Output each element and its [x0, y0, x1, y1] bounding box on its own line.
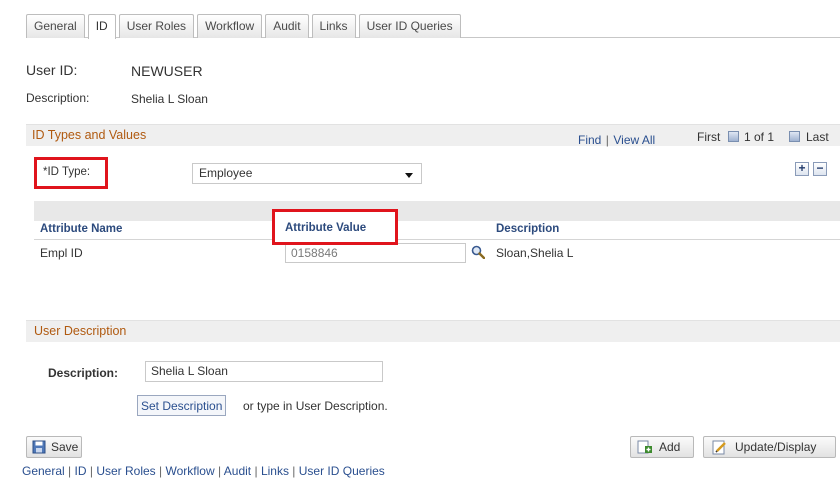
first-label: First	[697, 130, 721, 144]
bottom-link-audit[interactable]: Audit	[224, 464, 251, 478]
attribute-value-input[interactable]: 0158846	[285, 243, 466, 263]
id-types-section-title: ID Types and Values	[32, 128, 147, 142]
attribute-description-cell: Sloan,Shelia L	[496, 246, 574, 260]
bottom-link-separator: |	[159, 464, 163, 478]
user-description-section-header	[26, 320, 840, 342]
user-description-input[interactable]: Shelia L Sloan	[145, 361, 383, 382]
bottom-link-separator: |	[254, 464, 258, 478]
save-button[interactable]: Save	[26, 436, 82, 458]
tab-bar: General ID User Roles Workflow Audit Lin…	[26, 14, 464, 39]
tab-user-id-queries[interactable]: User ID Queries	[358, 14, 461, 38]
bottom-navigation-links: General | ID | User Roles | Workflow | A…	[22, 464, 385, 478]
bottom-link-workflow[interactable]: Workflow	[166, 464, 215, 478]
add-button[interactable]: Add	[630, 436, 694, 458]
attribute-name-cell: Empl ID	[40, 246, 83, 260]
tab-user-roles[interactable]: User Roles	[118, 14, 195, 38]
bottom-link-user-roles[interactable]: User Roles	[96, 464, 155, 478]
user-description-section-title: User Description	[34, 324, 127, 338]
description-label: Description:	[26, 91, 90, 105]
last-label: Last	[806, 130, 829, 144]
tab-links[interactable]: Links	[311, 14, 356, 38]
delete-row-icon[interactable]: −	[813, 162, 827, 176]
bottom-link-separator: |	[292, 464, 296, 478]
view-all-link[interactable]: View All	[613, 133, 655, 147]
lookup-magnifier-icon[interactable]	[471, 245, 485, 259]
bottom-link-id[interactable]: ID	[75, 464, 87, 478]
update-display-label: Update/Display	[735, 440, 817, 454]
tab-general[interactable]: General	[26, 14, 85, 38]
add-button-label: Add	[659, 440, 681, 454]
bottom-link-separator: |	[68, 464, 72, 478]
set-description-button[interactable]: Set Description	[137, 395, 227, 416]
bottom-link-user-id-queries[interactable]: User ID Queries	[299, 464, 385, 478]
save-button-label: Save	[51, 440, 79, 454]
attribute-grid-top-bar	[34, 201, 840, 221]
description-value: Shelia L Sloan	[131, 92, 208, 106]
user-id-value: NEWUSER	[131, 63, 203, 79]
bottom-link-general[interactable]: General	[22, 464, 65, 478]
chevron-down-icon[interactable]	[405, 173, 413, 178]
bottom-link-separator: |	[217, 464, 222, 478]
previous-arrow-icon[interactable]	[728, 131, 739, 142]
bottom-link-separator: |	[89, 464, 93, 478]
attribute-grid-header	[34, 221, 840, 240]
col-head-attribute-value: Attribute Value	[285, 222, 367, 234]
tab-id[interactable]: ID	[87, 14, 116, 39]
user-description-label: Description:	[48, 366, 119, 380]
tab-workflow[interactable]: Workflow	[197, 14, 263, 38]
grid-navigation: Find | View All	[578, 131, 655, 149]
set-description-label: Set Description	[141, 399, 223, 413]
find-link[interactable]: Find	[578, 133, 601, 147]
col-head-description: Description	[496, 223, 560, 235]
next-arrow-icon[interactable]	[789, 131, 800, 142]
col-head-attribute-name: Attribute Name	[40, 223, 123, 235]
nav-separator: |	[605, 133, 609, 147]
user-id-label: User ID:	[26, 62, 78, 78]
user-description-hint: or type in User Description.	[243, 399, 388, 413]
update-display-button[interactable]: Update/Display	[703, 436, 836, 458]
row-range-text: 1 of 1	[744, 130, 775, 144]
update-pencil-icon	[712, 440, 726, 455]
bottom-link-links[interactable]: Links	[261, 464, 289, 478]
id-type-selected-value: Employee	[199, 166, 253, 180]
id-type-select[interactable]: Employee	[192, 163, 422, 184]
id-type-label: *ID Type:	[43, 166, 91, 178]
add-row-icon[interactable]: +	[795, 162, 809, 176]
floppy-disk-icon	[32, 440, 46, 454]
add-page-icon	[637, 440, 652, 454]
tab-audit[interactable]: Audit	[265, 14, 309, 38]
